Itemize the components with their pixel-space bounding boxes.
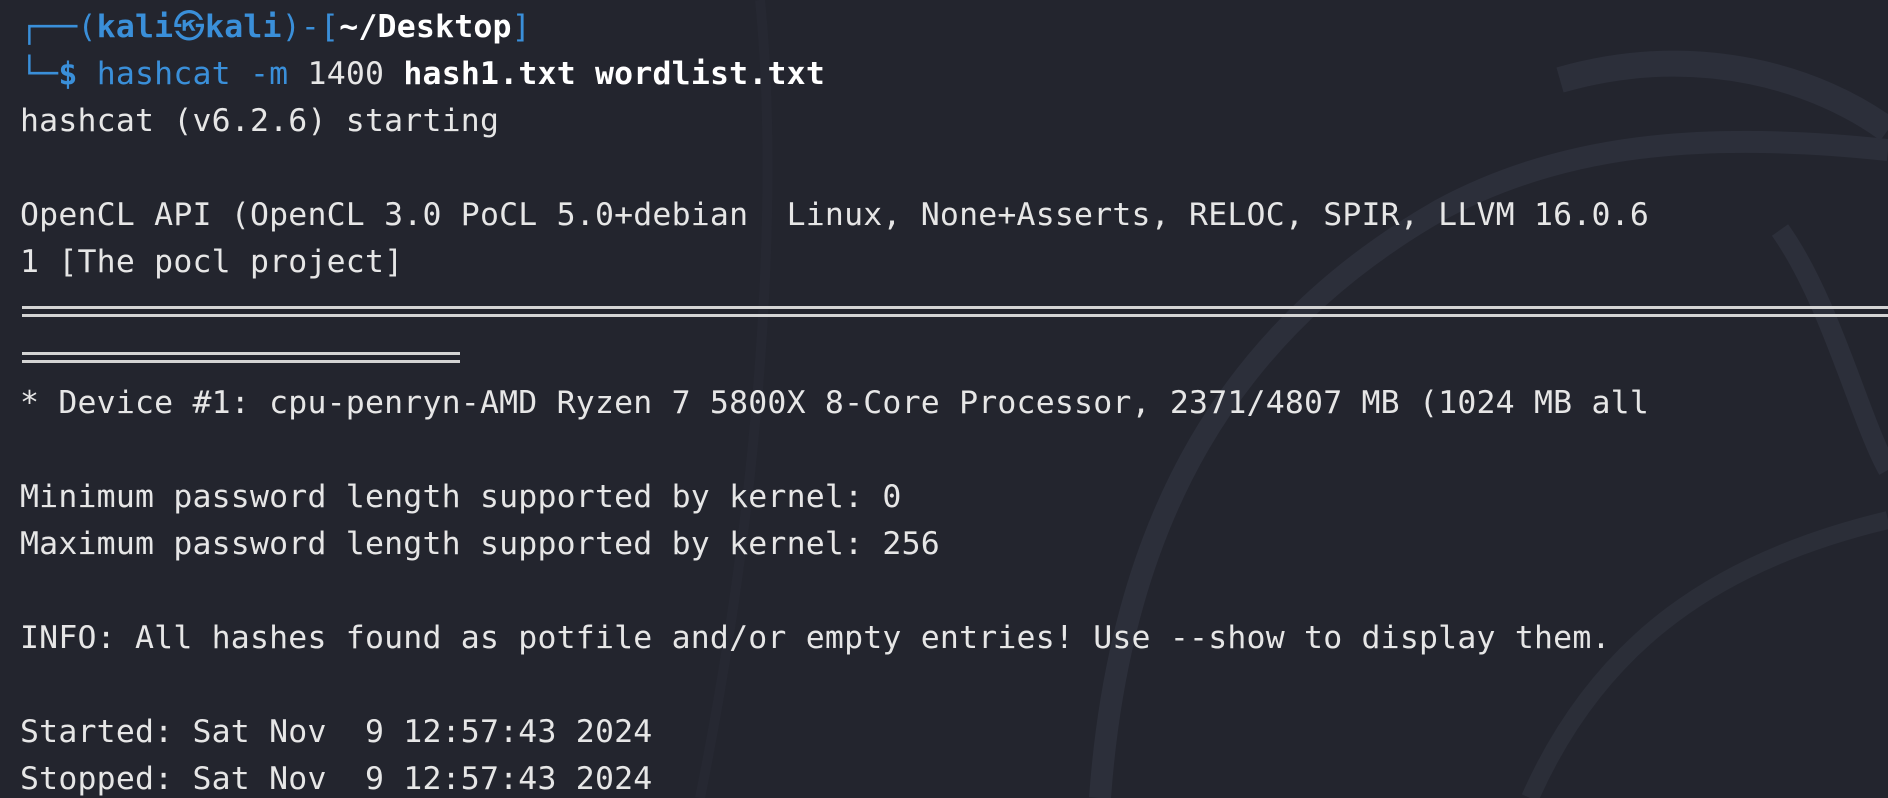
output-info: INFO: All hashes found as potfile and/or… (20, 620, 1611, 656)
output-opencl-line2: 1 [The pocl project] (20, 244, 404, 280)
prompt-line: ┌──(kali㉿kali)-[~/Desktop] (20, 4, 531, 51)
terminal-window[interactable]: ┌──(kali㉿kali)-[~/Desktop] └─$ hashcat -… (0, 0, 1888, 798)
separator-double-line (22, 306, 1888, 317)
output-started: Started: Sat Nov 9 12:57:43 2024 (20, 714, 653, 750)
command-name: hashcat (96, 56, 231, 92)
output-max-length: Maximum password length supported by ker… (20, 526, 940, 562)
separator-double-line-short (22, 352, 460, 363)
output-device: * Device #1: cpu-penryn-AMD Ryzen 7 5800… (20, 385, 1649, 421)
output-min-length: Minimum password length supported by ker… (20, 479, 902, 515)
command-line: └─$ hashcat -m 1400 hash1.txt wordlist.t… (20, 51, 825, 98)
prompt-user: kali (96, 9, 174, 45)
prompt-cwd: ~/Desktop (339, 9, 512, 45)
output-opencl-line1: OpenCL API (OpenCL 3.0 PoCL 5.0+debian L… (20, 197, 1649, 233)
prompt-corner-top: ┌──( (20, 9, 97, 45)
prompt-host: kali (205, 9, 282, 45)
output-starting: hashcat (v6.2.6) starting (20, 103, 500, 139)
prompt-close: ] (511, 9, 531, 45)
command-mode: 1400 (307, 56, 385, 92)
prompt-sep: )-[ (281, 9, 340, 45)
skull-icon: ㉿ (173, 9, 206, 45)
prompt-dollar: $ (58, 56, 78, 92)
output-stopped: Stopped: Sat Nov 9 12:57:43 2024 (20, 761, 653, 797)
command-flag: -m (250, 56, 289, 92)
command-args: hash1.txt wordlist.txt (403, 56, 825, 92)
prompt-corner-bottom: └─ (20, 56, 59, 92)
